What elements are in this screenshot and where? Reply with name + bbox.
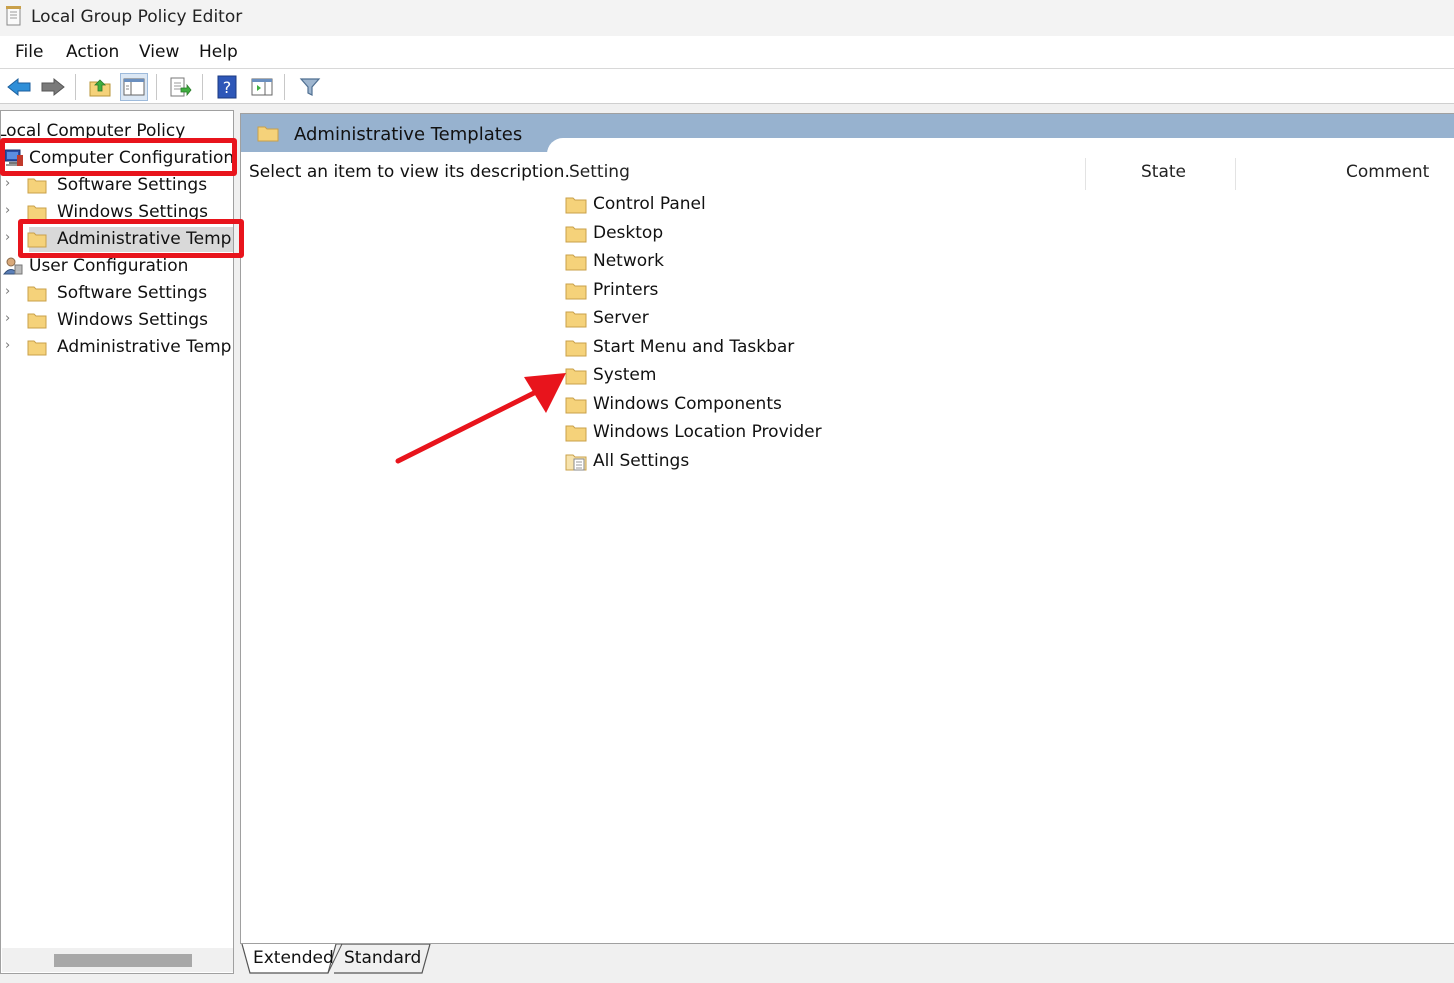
- highlight-box-computer-configuration: [0, 138, 237, 176]
- menu-view[interactable]: View: [139, 42, 179, 62]
- list-item-label: Windows Location Provider: [593, 422, 822, 442]
- export-list-button[interactable]: [166, 73, 194, 101]
- details-pane: Administrative Templates Select an item …: [240, 113, 1454, 944]
- forward-icon: [41, 77, 65, 97]
- folder-icon: [565, 283, 587, 300]
- list-item-label: Windows Components: [593, 394, 782, 414]
- up-one-level-button[interactable]: [86, 73, 114, 101]
- tree-label: Administrative Templa: [57, 337, 234, 357]
- view-tabs: Extended Standard: [240, 944, 640, 974]
- folder-icon: [565, 226, 587, 243]
- tree-uc-software-settings[interactable]: › Software Settings: [1, 281, 233, 307]
- folder-icon: [565, 197, 587, 214]
- expand-chevron-icon[interactable]: ›: [5, 176, 10, 191]
- list-item-label: Server: [593, 308, 649, 328]
- horizontal-scrollbar[interactable]: [2, 948, 233, 972]
- forward-button[interactable]: [39, 73, 67, 101]
- folder-icon: [27, 286, 47, 302]
- column-setting[interactable]: Setting: [569, 162, 630, 182]
- highlight-box-administrative-templates: [18, 219, 244, 258]
- tree-uc-administrative-templates[interactable]: › Administrative Templa: [1, 335, 234, 361]
- tree-label: Software Settings: [57, 175, 208, 195]
- list-item-label: System: [593, 365, 657, 385]
- expand-chevron-icon[interactable]: ›: [5, 203, 10, 218]
- list-item-windows-components[interactable]: Windows Components: [565, 391, 1165, 419]
- expand-chevron-icon[interactable]: ›: [5, 284, 10, 299]
- folder-icon: [565, 311, 587, 328]
- window-title: Local Group Policy Editor: [31, 7, 243, 27]
- list-item-label: Control Panel: [593, 194, 706, 214]
- annotation-arrow: [395, 373, 566, 464]
- show-hide-console-tree-button[interactable]: [120, 73, 148, 101]
- list-item-system[interactable]: System: [565, 362, 1165, 390]
- back-button[interactable]: [5, 73, 33, 101]
- tab-extended[interactable]: Extended: [253, 944, 334, 973]
- menu-file[interactable]: File: [15, 42, 43, 62]
- up-folder-icon: [89, 79, 111, 97]
- description-text: Select an item to view its description.: [249, 162, 570, 182]
- show-action-pane-button[interactable]: [248, 73, 276, 101]
- menu-action[interactable]: Action: [66, 42, 119, 62]
- tree-label: Windows Settings: [57, 310, 209, 330]
- svg-text:?: ?: [223, 78, 232, 97]
- list-item-printers[interactable]: Printers: [565, 277, 1165, 305]
- list-item-windows-location-provider[interactable]: Windows Location Provider: [565, 419, 1165, 447]
- filter-icon: [299, 78, 321, 96]
- column-comment[interactable]: Comment: [1346, 162, 1429, 182]
- user-configuration-label: User Configuration: [29, 256, 189, 276]
- show-action-pane-icon: [251, 78, 273, 96]
- export-list-icon: [170, 77, 192, 97]
- list-item-label: Start Menu and Taskbar: [593, 337, 795, 357]
- folder-icon: [257, 126, 279, 142]
- list-item-label: All Settings: [593, 451, 690, 471]
- list-item-label: Desktop: [593, 223, 664, 243]
- tree-uc-windows-settings[interactable]: › Windows Settings: [1, 308, 233, 334]
- tab-standard[interactable]: Standard: [344, 944, 421, 973]
- tree-label: Software Settings: [57, 283, 208, 303]
- scrollbar-thumb[interactable]: [54, 954, 192, 967]
- show-hide-console-tree-icon: [123, 78, 145, 96]
- policy-editor-app-icon: [6, 6, 21, 26]
- list-item-server[interactable]: Server: [565, 305, 1165, 333]
- list-column-headers: Setting State Comment: [561, 158, 1454, 190]
- expand-chevron-icon[interactable]: ›: [5, 311, 10, 326]
- tree-cc-software-settings[interactable]: › Software Settings: [1, 173, 233, 199]
- column-state[interactable]: State: [1141, 162, 1186, 182]
- back-icon: [7, 77, 31, 97]
- help-icon: ?: [217, 75, 237, 99]
- menu-bar: File Action View Help: [0, 36, 1454, 69]
- list-item-label: Printers: [593, 280, 659, 300]
- help-button[interactable]: ?: [213, 73, 241, 101]
- list-item-control-panel[interactable]: Control Panel: [565, 191, 1165, 219]
- list-item-start-menu-and-taskbar[interactable]: Start Menu and Taskbar: [565, 334, 1165, 362]
- expand-chevron-icon[interactable]: ›: [5, 230, 10, 245]
- folder-icon: [27, 178, 47, 194]
- title-bar: Local Group Policy Editor: [0, 0, 1454, 36]
- list-item-label: Network: [593, 251, 664, 271]
- list-item-desktop[interactable]: Desktop: [565, 220, 1165, 248]
- details-header-title: Administrative Templates: [294, 124, 523, 145]
- folder-icon: [27, 313, 47, 329]
- folder-icon: [27, 340, 47, 356]
- filter-button[interactable]: [296, 73, 324, 101]
- expand-chevron-icon[interactable]: ›: [5, 338, 10, 353]
- toolbar: ?: [0, 70, 1454, 104]
- menu-help[interactable]: Help: [199, 42, 238, 62]
- folder-icon: [565, 254, 587, 271]
- list-item-all-settings[interactable]: All Settings: [565, 448, 1165, 476]
- folder-icon: [565, 340, 587, 357]
- user-icon: [3, 257, 23, 275]
- list-item-network[interactable]: Network: [565, 248, 1165, 276]
